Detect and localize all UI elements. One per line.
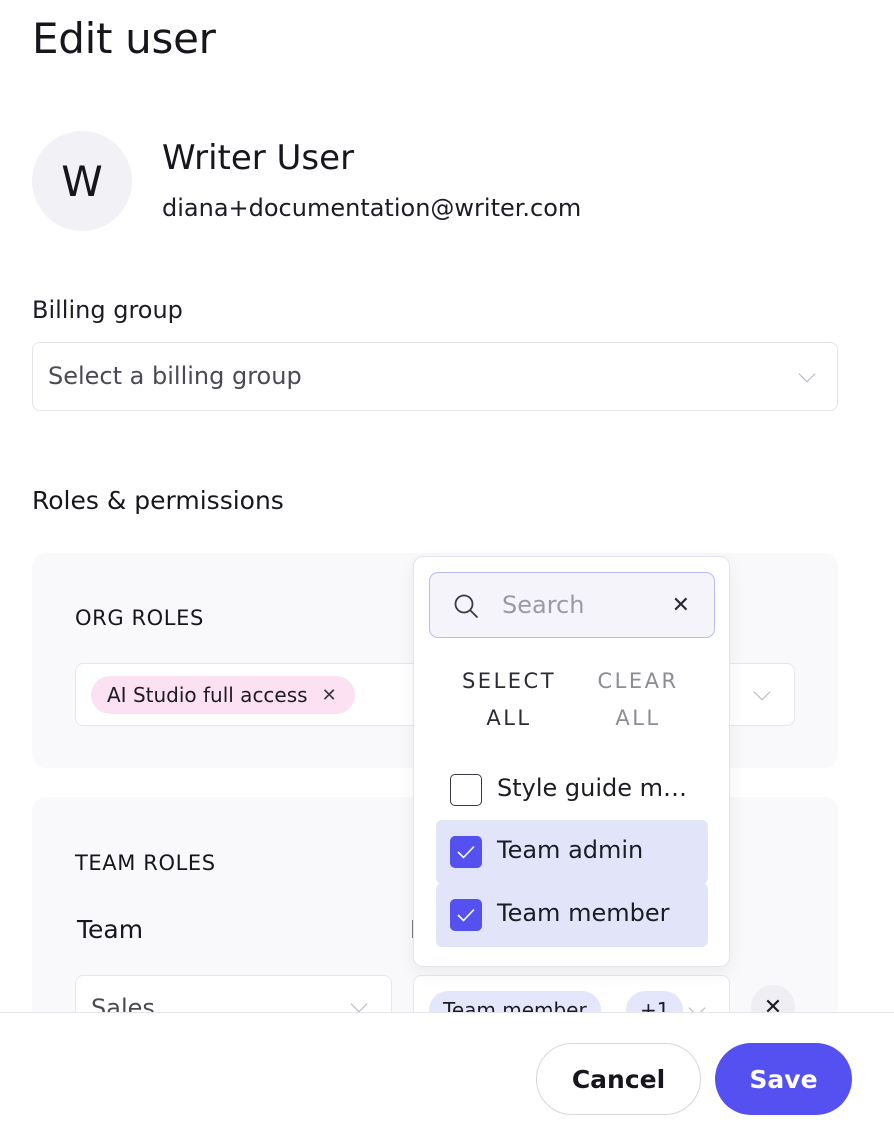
cancel-button[interactable]: Cancel bbox=[536, 1043, 701, 1115]
org-role-chip-label: AI Studio full access bbox=[107, 683, 308, 707]
avatar: W bbox=[32, 131, 132, 231]
option-team-admin[interactable]: Team admin bbox=[436, 820, 708, 884]
billing-group-placeholder: Select a billing group bbox=[48, 362, 302, 390]
select-all-button[interactable]: SELECT ALL bbox=[444, 663, 574, 737]
org-roles-label: ORG ROLES bbox=[75, 606, 204, 630]
team-roles-label: TEAM ROLES bbox=[75, 851, 216, 875]
checkbox-checked[interactable] bbox=[450, 899, 482, 931]
page-title: Edit user bbox=[32, 14, 216, 63]
roles-permissions-title: Roles & permissions bbox=[32, 486, 284, 515]
chevron-down-icon bbox=[350, 995, 368, 1013]
checkmark-icon bbox=[457, 908, 475, 922]
team-column-label: Team bbox=[77, 915, 144, 944]
search-box: ✕ bbox=[429, 572, 715, 638]
footer: Cancel Save bbox=[0, 1012, 894, 1140]
user-name: Writer User bbox=[162, 138, 355, 178]
clear-all-button[interactable]: CLEAR ALL bbox=[573, 663, 703, 737]
org-role-chip: AI Studio full access ✕ bbox=[91, 676, 355, 714]
chevron-down-icon bbox=[798, 365, 816, 383]
roles-dropdown: ✕ SELECTALL CLEARALL Style guide m… Team… bbox=[413, 556, 730, 967]
option-label: Team member bbox=[497, 899, 670, 927]
search-icon bbox=[454, 594, 478, 618]
option-style-guide[interactable]: Style guide m… bbox=[436, 758, 708, 822]
option-label: Style guide m… bbox=[497, 774, 688, 802]
option-label: Team admin bbox=[497, 836, 644, 864]
user-email: diana+documentation@writer.com bbox=[162, 194, 582, 222]
billing-group-label: Billing group bbox=[32, 296, 183, 324]
option-team-member[interactable]: Team member bbox=[436, 883, 708, 947]
checkbox-checked[interactable] bbox=[450, 836, 482, 868]
chevron-down-icon bbox=[753, 683, 771, 701]
close-icon[interactable]: ✕ bbox=[322, 685, 337, 706]
save-button[interactable]: Save bbox=[715, 1043, 852, 1115]
checkbox-unchecked[interactable] bbox=[450, 774, 482, 806]
clear-search-icon[interactable]: ✕ bbox=[672, 593, 690, 619]
checkmark-icon bbox=[457, 845, 475, 859]
search-input[interactable] bbox=[502, 587, 652, 623]
billing-group-select[interactable]: Select a billing group bbox=[32, 342, 838, 411]
avatar-initial: W bbox=[61, 156, 103, 206]
